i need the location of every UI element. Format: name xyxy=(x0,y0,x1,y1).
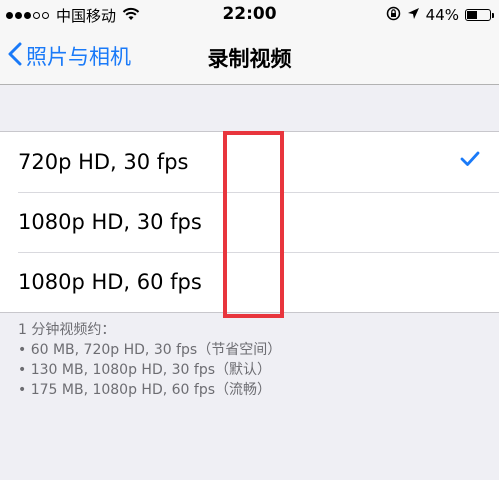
status-bar: 中国移动 22:00 44% xyxy=(0,0,499,30)
footer-line: • 130 MB, 1080p HD, 30 fps（默认） xyxy=(18,362,272,378)
annotation-highlight-box xyxy=(223,131,284,318)
checkmark-icon xyxy=(459,150,481,172)
battery-percent: 44% xyxy=(425,6,459,24)
battery-fill xyxy=(467,11,477,19)
battery-icon xyxy=(465,9,494,21)
page-title: 录制视频 xyxy=(207,47,292,71)
option-label: 1080p HD, 60 fps xyxy=(18,270,202,294)
option-label: 1080p HD, 30 fps xyxy=(18,210,202,234)
location-icon xyxy=(407,6,420,24)
footer-heading: 1 分钟视频约： xyxy=(18,322,116,338)
option-label: 720p HD, 30 fps xyxy=(18,150,189,174)
footer-note: 1 分钟视频约： • 60 MB, 720p HD, 30 fps（节省空间） … xyxy=(18,320,488,400)
orientation-lock-icon xyxy=(386,6,401,25)
footer-line: • 60 MB, 720p HD, 30 fps（节省空间） xyxy=(18,342,282,358)
footer-line: • 175 MB, 1080p HD, 60 fps（流畅） xyxy=(18,382,272,398)
navigation-bar: 照片与相机 录制视频 xyxy=(0,30,499,85)
status-right: 44% xyxy=(380,5,494,25)
